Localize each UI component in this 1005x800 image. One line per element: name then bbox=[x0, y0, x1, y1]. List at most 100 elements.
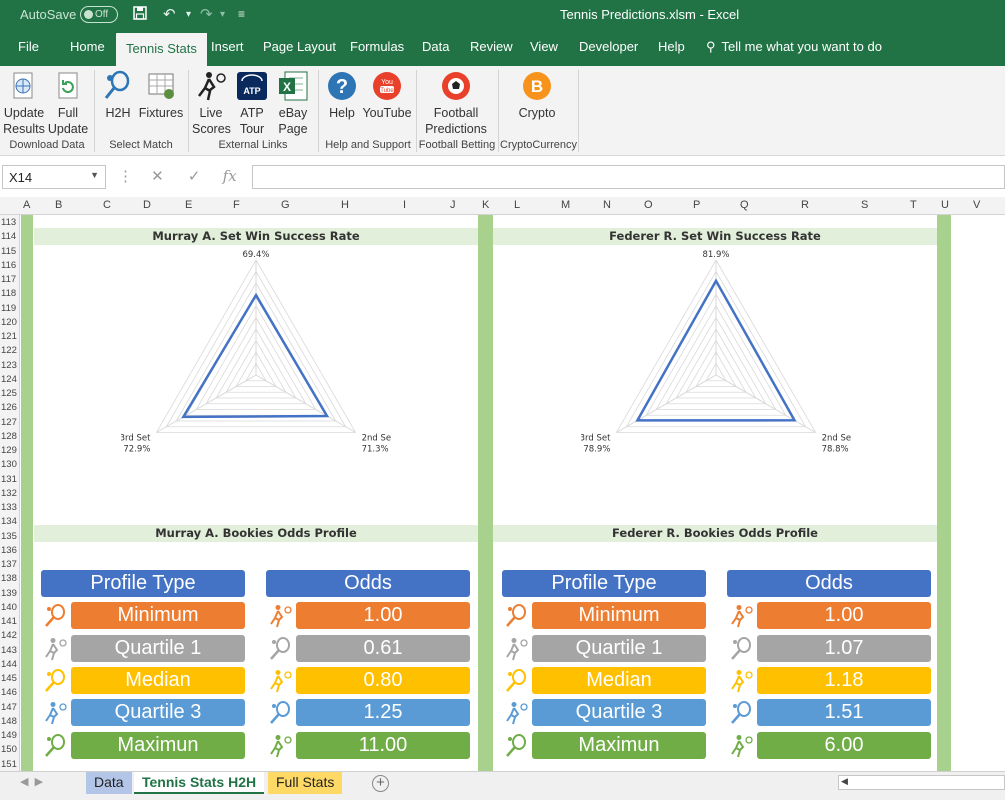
tab-developer[interactable]: Developer bbox=[579, 39, 638, 54]
scroll-left-icon[interactable]: ◀ bbox=[841, 776, 848, 787]
horizontal-scrollbar[interactable]: ◀ bbox=[838, 775, 1005, 790]
column-header[interactable]: G bbox=[281, 199, 290, 211]
row-header[interactable]: 119 bbox=[1, 303, 16, 314]
column-header[interactable]: Q bbox=[740, 199, 749, 211]
tab-review[interactable]: Review bbox=[470, 39, 513, 54]
row-header[interactable]: 150 bbox=[1, 744, 17, 755]
sheet-tab-data[interactable]: Data bbox=[86, 772, 132, 794]
chevron-down-icon[interactable]: ▼ bbox=[90, 170, 99, 180]
ebay-page-button[interactable]: X eBay Page bbox=[274, 70, 312, 137]
tab-view[interactable]: View bbox=[530, 39, 558, 54]
row-header[interactable]: 139 bbox=[1, 588, 17, 599]
column-header[interactable]: J bbox=[450, 199, 456, 211]
crypto-button[interactable]: B Crypto bbox=[514, 70, 560, 121]
column-header[interactable]: O bbox=[644, 199, 653, 211]
row-header[interactable]: 138 bbox=[1, 573, 17, 584]
full-update-button[interactable]: Full Update bbox=[46, 70, 90, 137]
column-header[interactable]: K bbox=[482, 199, 489, 211]
cancel-icon[interactable]: ✕ bbox=[151, 168, 164, 185]
h2h-button[interactable]: H2H bbox=[100, 70, 136, 121]
row-header[interactable]: 149 bbox=[1, 730, 17, 741]
row-header[interactable]: 145 bbox=[1, 673, 17, 684]
row-header[interactable]: 151 bbox=[1, 759, 17, 770]
live-scores-button[interactable]: Live Scores bbox=[192, 70, 231, 137]
fixtures-button[interactable]: Fixtures bbox=[138, 70, 184, 121]
worksheet[interactable]: Murray A. Set Win Success Rate 1st Set69… bbox=[21, 215, 1005, 771]
row-header[interactable]: 125 bbox=[1, 388, 17, 399]
tab-help[interactable]: Help bbox=[658, 39, 685, 54]
sheet-nav-arrows-icon[interactable]: ◀ ▶ bbox=[20, 775, 43, 788]
column-header[interactable]: E bbox=[185, 199, 192, 211]
row-header[interactable]: 124 bbox=[1, 374, 17, 385]
column-header[interactable]: C bbox=[103, 199, 111, 211]
sheet-tab-tennis-stats-h2h[interactable]: Tennis Stats H2H bbox=[134, 772, 265, 794]
customize-toolbar-icon[interactable]: ≡ bbox=[238, 7, 245, 21]
formula-input[interactable] bbox=[252, 165, 1005, 189]
column-header[interactable]: V bbox=[973, 199, 980, 211]
undo-icon[interactable]: ↶ bbox=[163, 5, 176, 23]
row-header[interactable]: 118 bbox=[1, 288, 16, 299]
row-header[interactable]: 116 bbox=[1, 260, 16, 271]
row-header[interactable]: 130 bbox=[1, 459, 17, 470]
row-header[interactable]: 128 bbox=[1, 431, 17, 442]
tab-tennis-stats[interactable]: Tennis Stats bbox=[116, 33, 207, 66]
row-header[interactable]: 117 bbox=[1, 274, 16, 285]
tab-page-layout[interactable]: Page Layout bbox=[263, 39, 336, 54]
row-header[interactable]: 136 bbox=[1, 545, 17, 556]
column-header[interactable]: I bbox=[403, 199, 406, 211]
insert-function-icon[interactable]: fx bbox=[223, 167, 237, 185]
atp-tour-button[interactable]: ATP ATP Tour bbox=[234, 70, 270, 137]
autosave-toggle[interactable]: Off bbox=[80, 6, 118, 23]
row-header[interactable]: 135 bbox=[1, 531, 17, 542]
update-results-button[interactable]: Update Results bbox=[2, 70, 46, 137]
column-header[interactable]: L bbox=[514, 199, 520, 211]
column-header[interactable]: D bbox=[143, 199, 151, 211]
tell-me-search[interactable]: ⚲ Tell me what you want to do bbox=[706, 39, 882, 55]
row-header[interactable]: 146 bbox=[1, 687, 17, 698]
row-header[interactable]: 148 bbox=[1, 716, 17, 727]
redo-dropdown-icon[interactable]: ▾ bbox=[220, 9, 225, 20]
redo-icon[interactable]: ↷ bbox=[200, 5, 213, 23]
column-header[interactable]: T bbox=[910, 199, 917, 211]
help-button[interactable]: ? Help bbox=[324, 70, 360, 121]
tab-insert[interactable]: Insert bbox=[211, 39, 244, 54]
row-header[interactable]: 121 bbox=[1, 331, 17, 342]
column-header[interactable]: S bbox=[861, 199, 868, 211]
column-header[interactable]: A bbox=[23, 199, 30, 211]
row-header[interactable]: 115 bbox=[1, 246, 16, 257]
name-box[interactable]: X14 ▼ bbox=[2, 165, 106, 189]
column-header[interactable]: M bbox=[561, 199, 570, 211]
row-header[interactable]: 123 bbox=[1, 360, 17, 371]
row-header[interactable]: 129 bbox=[1, 445, 17, 456]
undo-dropdown-icon[interactable]: ▾ bbox=[186, 9, 191, 20]
save-icon[interactable] bbox=[132, 5, 148, 25]
column-header[interactable]: F bbox=[233, 199, 240, 211]
column-header[interactable]: P bbox=[693, 199, 700, 211]
add-sheet-icon[interactable]: + bbox=[372, 775, 389, 792]
row-header[interactable]: 131 bbox=[1, 474, 17, 485]
tab-file[interactable]: File bbox=[18, 39, 39, 54]
row-header[interactable]: 120 bbox=[1, 317, 17, 328]
row-header[interactable]: 132 bbox=[1, 488, 17, 499]
tab-formulas[interactable]: Formulas bbox=[350, 39, 404, 54]
row-header[interactable]: 140 bbox=[1, 602, 17, 613]
row-header[interactable]: 143 bbox=[1, 645, 17, 656]
tab-home[interactable]: Home bbox=[70, 39, 105, 54]
row-header[interactable]: 122 bbox=[1, 345, 17, 356]
row-header[interactable]: 114 bbox=[1, 231, 16, 242]
column-header[interactable]: U bbox=[941, 199, 949, 211]
row-header[interactable]: 134 bbox=[1, 516, 17, 527]
sheet-tab-full-stats[interactable]: Full Stats bbox=[268, 772, 343, 794]
row-header[interactable]: 142 bbox=[1, 630, 17, 641]
row-header[interactable]: 113 bbox=[1, 217, 16, 228]
youtube-button[interactable]: You Tube YouTube bbox=[362, 70, 412, 121]
row-header[interactable]: 127 bbox=[1, 417, 17, 428]
column-header[interactable]: N bbox=[603, 199, 611, 211]
column-header[interactable]: H bbox=[341, 199, 349, 211]
row-header[interactable]: 141 bbox=[1, 616, 17, 627]
tab-data[interactable]: Data bbox=[422, 39, 449, 54]
row-header[interactable]: 147 bbox=[1, 702, 17, 713]
row-header[interactable]: 126 bbox=[1, 402, 17, 413]
row-header[interactable]: 133 bbox=[1, 502, 17, 513]
row-header[interactable]: 137 bbox=[1, 559, 17, 570]
